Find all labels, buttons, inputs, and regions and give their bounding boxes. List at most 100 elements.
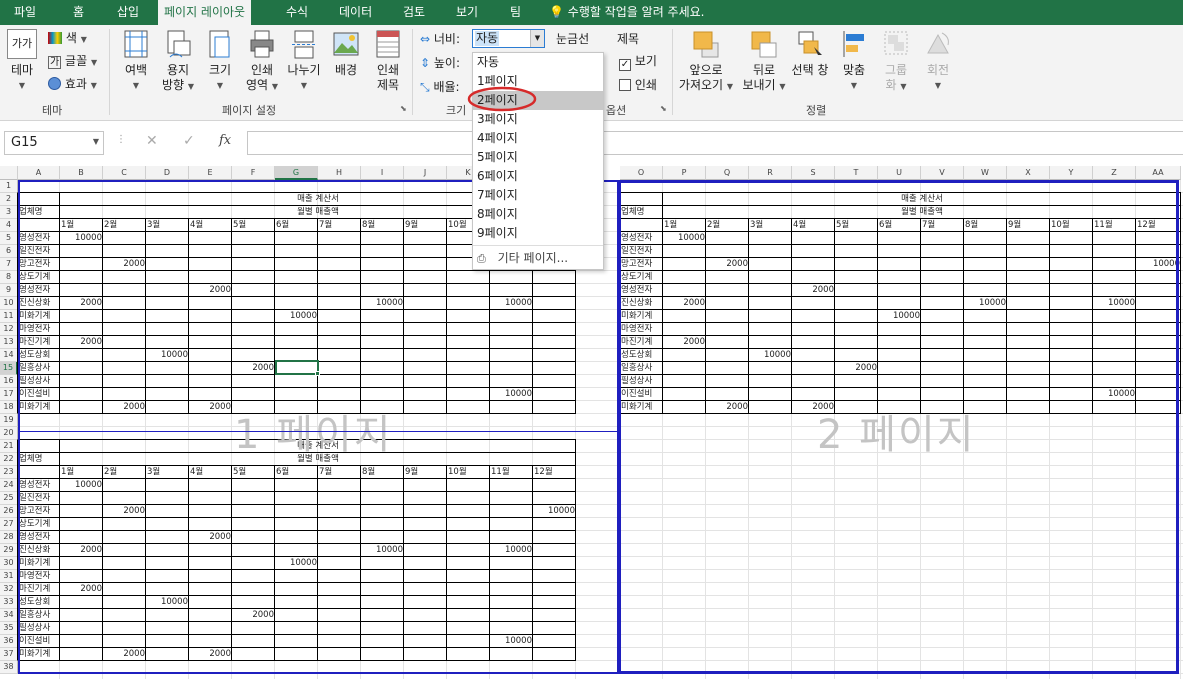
background-label: 배경: [334, 63, 358, 77]
rotate-label: 회전: [926, 63, 950, 77]
gridlines-label: 눈금선: [556, 32, 590, 46]
print-area-button[interactable]: 인쇄 영역 ▼: [242, 29, 282, 94]
orientation-icon: [167, 30, 191, 58]
group-divider: [672, 29, 673, 115]
background-button[interactable]: 배경: [328, 29, 364, 78]
tab-review[interactable]: 검토: [403, 0, 425, 25]
selection-pane-icon: [798, 31, 822, 55]
width-option-4[interactable]: 4페이지: [473, 129, 603, 148]
width-icon: ⇔: [420, 32, 431, 46]
orientation-label-2: 방향 ▼: [161, 78, 195, 92]
checkbox-checked-icon: ✓: [619, 59, 631, 71]
margins-icon: [124, 30, 148, 58]
tab-page-layout[interactable]: 페이지 레이아웃: [158, 0, 252, 25]
formula-input[interactable]: [247, 131, 1183, 155]
dialog-launcher-icon[interactable]: ⬊: [400, 104, 407, 113]
tab-file[interactable]: 파일: [14, 0, 36, 25]
page-size-icon: [209, 30, 230, 58]
chevron-down-icon: ▼: [216, 81, 224, 90]
chevron-down-icon: ▼: [934, 81, 942, 90]
bring-forward-label-2: 가져오기 ▼: [678, 78, 734, 92]
printer-icon: [250, 30, 274, 58]
height-label: ⇕ 높이:: [420, 56, 461, 70]
page-breaks-icon: [292, 30, 316, 59]
width-option-5[interactable]: 5페이지: [473, 148, 603, 167]
width-select-value: 자동: [475, 31, 500, 46]
margins-button[interactable]: 여백 ▼: [116, 29, 156, 93]
width-select[interactable]: 자동 ▼: [472, 29, 545, 48]
name-box[interactable]: G15 ▼: [4, 131, 104, 155]
breaks-label: 나누기: [287, 63, 321, 77]
width-option-8[interactable]: 8페이지: [473, 205, 603, 224]
breaks-button[interactable]: 나누기 ▼: [284, 29, 324, 93]
headings-view-checkbox[interactable]: ✓ 보기: [619, 53, 657, 71]
rotate-button[interactable]: 회전 ▼: [920, 29, 956, 93]
send-backward-label-1: 뒤로: [752, 63, 776, 77]
group-label-sheet-options: 옵션: [606, 104, 627, 117]
checkbox-icon: [619, 79, 631, 91]
orientation-button[interactable]: 용지 방향 ▼: [158, 29, 198, 94]
width-option-9[interactable]: 9페이지: [473, 224, 603, 243]
headings-print-checkbox[interactable]: 인쇄: [619, 77, 657, 93]
tab-formulas[interactable]: 수식: [286, 0, 308, 25]
width-option-0[interactable]: 자동: [473, 53, 603, 72]
group-label-theme: 테마: [42, 104, 63, 117]
tab-view[interactable]: 보기: [456, 0, 478, 25]
insert-function-icon[interactable]: fx: [219, 133, 231, 148]
send-backward-icon: [751, 31, 777, 58]
bring-forward-icon: [693, 31, 719, 58]
orientation-label-1: 용지: [166, 63, 190, 77]
tell-me-text: 수행할 작업을 알려 주세요.: [567, 5, 705, 19]
enter-icon[interactable]: ✓: [183, 133, 195, 149]
red-annotation-circle: [467, 86, 537, 112]
themes-button[interactable]: 가가 테마 ▼: [4, 29, 40, 93]
chevron-down-icon: ▼: [850, 81, 858, 90]
fonts-button[interactable]: 가 글꼴 ▼: [48, 53, 97, 71]
chevron-down-icon: ▼: [18, 81, 26, 90]
group-label-1: 그룹: [884, 63, 908, 77]
cancel-icon[interactable]: ✕: [146, 133, 158, 149]
align-icon: [843, 31, 864, 57]
width-option-6[interactable]: 6페이지: [473, 167, 603, 186]
effects-icon: [48, 77, 61, 90]
tab-home[interactable]: 홈: [73, 0, 84, 25]
more-pages-option[interactable]: ⎙ 기타 페이지...: [477, 249, 568, 268]
name-box-value: G15: [11, 135, 38, 150]
font-icon: 가: [48, 56, 62, 69]
selection-pane-button[interactable]: 선택 창: [788, 29, 832, 78]
group-label-2: 화 ▼: [885, 78, 907, 92]
color-palette-icon: [48, 32, 62, 44]
size-button[interactable]: 크기 ▼: [202, 29, 238, 93]
tell-me-box[interactable]: 💡 수행할 작업을 알려 주세요.: [549, 0, 704, 25]
print-titles-button[interactable]: 인쇄 제목: [368, 29, 408, 93]
colors-button[interactable]: 색 ▼: [48, 30, 87, 48]
chevron-down-icon[interactable]: ▼: [93, 137, 99, 146]
group-button[interactable]: 그룹 화 ▼: [878, 29, 914, 94]
scale-label: ⤡ 배율:: [420, 80, 460, 94]
height-icon: ⇕: [420, 56, 431, 70]
page-break-divider: [18, 431, 618, 432]
bring-forward-button[interactable]: 앞으로 가져오기 ▼: [678, 29, 734, 94]
bring-forward-label-1: 앞으로: [689, 63, 723, 77]
align-button[interactable]: 맞춤 ▼: [836, 29, 872, 93]
tab-team[interactable]: 팀: [510, 0, 521, 25]
send-backward-label-2: 보내기 ▼: [742, 78, 786, 92]
chevron-down-icon: ▼: [132, 81, 140, 90]
effects-button[interactable]: 효과 ▼: [48, 76, 97, 94]
more-options-icon: ⋮: [116, 134, 126, 145]
page-break-border-page2: [618, 180, 1179, 674]
width-label: ⇔ 너비:: [420, 32, 461, 46]
rotate-icon: [927, 32, 949, 54]
group-objects-icon: [884, 31, 908, 55]
send-backward-button[interactable]: 뒤로 보내기 ▼: [738, 29, 790, 94]
tab-data[interactable]: 데이터: [339, 0, 372, 25]
width-option-7[interactable]: 7페이지: [473, 186, 603, 205]
dialog-launcher-icon[interactable]: ⬊: [660, 104, 667, 113]
chevron-down-icon: ▼: [300, 81, 308, 90]
group-label-arrange: 정렬: [806, 104, 827, 117]
align-label: 맞춤: [842, 63, 866, 77]
print-titles-label-2: 제목: [376, 78, 400, 92]
tab-insert[interactable]: 삽입: [117, 0, 139, 25]
themes-icon: 가가: [7, 29, 37, 59]
chevron-down-icon[interactable]: ▼: [530, 30, 544, 47]
